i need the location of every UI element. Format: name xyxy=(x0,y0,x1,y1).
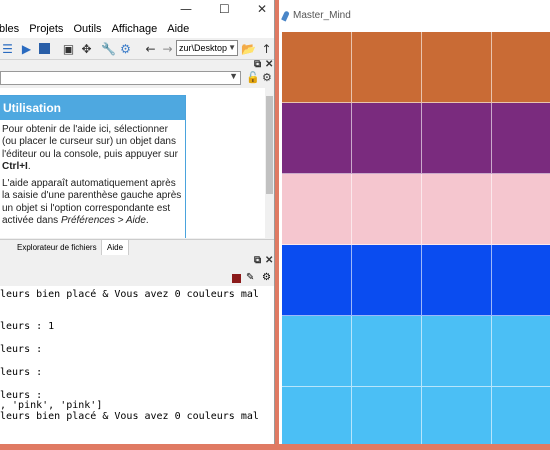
scrollbar-thumb[interactable] xyxy=(266,96,273,194)
mastermind-window: Master_Mind xyxy=(279,0,550,444)
grid-cell[interactable] xyxy=(352,174,422,245)
grid-cell[interactable] xyxy=(492,103,550,174)
grid-cell[interactable] xyxy=(352,103,422,174)
help-text-end: . xyxy=(145,215,149,227)
ide-titlebar: — ☐ ✕ xyxy=(0,0,274,20)
lock-icon[interactable]: 🔓 xyxy=(246,71,260,84)
parent-directory-icon[interactable]: ↑ xyxy=(259,41,274,56)
preferences-wrench-icon[interactable]: 🔧 xyxy=(101,41,116,56)
tab-help[interactable]: Aide xyxy=(101,240,130,255)
grid-cell[interactable] xyxy=(492,245,550,316)
menu-bar: bles Projets Outils Affichage Aide xyxy=(0,20,274,38)
close-button[interactable]: ✕ xyxy=(257,2,267,16)
run-selection-icon[interactable]: ▶ xyxy=(19,41,34,56)
help-paragraph-1: Pour obtenir de l'aide ici, sélectionner… xyxy=(2,124,183,173)
tk-feather-icon xyxy=(281,10,290,22)
chevron-down-icon: ▼ xyxy=(229,71,238,81)
grid-cell[interactable] xyxy=(422,245,492,316)
gear-icon[interactable]: ⚙ xyxy=(262,71,272,84)
preferences-reference: Préférences > Aide xyxy=(60,215,146,227)
mastermind-title: Master_Mind xyxy=(293,10,351,21)
ipython-console[interactable]: leurs bien placé & Vous avez 0 couleurs … xyxy=(0,286,274,444)
close-pane-icon[interactable]: ✕ xyxy=(265,255,273,266)
console-line: , 'pink', 'pink'] xyxy=(0,400,103,411)
grid-cell[interactable] xyxy=(422,387,492,444)
working-directory-select[interactable]: zur\Desktop ▼ xyxy=(176,40,238,56)
grid-cell[interactable] xyxy=(282,316,352,387)
gear-icon[interactable]: ⚙ xyxy=(262,272,271,283)
menu-aide[interactable]: Aide xyxy=(167,23,189,35)
help-object-combo[interactable]: ▼ xyxy=(0,71,241,85)
help-tabs: Explorateur de fichiers Aide xyxy=(0,239,274,255)
menu-affichage[interactable]: Affichage xyxy=(112,23,158,35)
minimize-button[interactable]: — xyxy=(180,2,192,16)
grid-cell[interactable] xyxy=(422,103,492,174)
browse-folder-icon[interactable]: 📂 xyxy=(241,41,256,56)
grid-cell[interactable] xyxy=(422,32,492,103)
grid-cell[interactable] xyxy=(282,245,352,316)
help-card-body: Pour obtenir de l'aide ici, sélectionner… xyxy=(0,120,185,227)
fullscreen-icon[interactable]: ✥ xyxy=(79,41,94,56)
toolbar: ☰ ▶ ▣ ✥ 🔧 ⚙ ← → zur\Desktop ▼ 📂 ↑ xyxy=(0,38,274,60)
grid-cell[interactable] xyxy=(352,387,422,444)
undock-icon[interactable]: ⧉ xyxy=(254,255,261,266)
console-line: leurs bien placé & Vous avez 0 couleurs … xyxy=(0,411,259,422)
tab-file-explorer[interactable]: Explorateur de fichiers xyxy=(12,240,103,255)
grid-cell[interactable] xyxy=(492,174,550,245)
console-line: leurs bien placé & Vous avez 0 couleurs … xyxy=(0,289,259,300)
forward-arrow-icon[interactable]: → xyxy=(160,41,175,56)
color-grid xyxy=(282,32,550,444)
grid-cell[interactable] xyxy=(352,32,422,103)
console-toolbar: ✎ ⚙ xyxy=(0,272,274,286)
chevron-down-icon: ▼ xyxy=(228,43,236,52)
grid-cell[interactable] xyxy=(352,245,422,316)
run-cell-icon[interactable]: ☰ xyxy=(0,41,15,56)
shortcut-key: Ctrl+I xyxy=(2,160,28,172)
console-line: leurs : xyxy=(0,344,43,355)
maximize-pane-icon[interactable]: ▣ xyxy=(61,41,76,56)
grid-cell[interactable] xyxy=(282,32,352,103)
menu-outils[interactable]: Outils xyxy=(73,23,101,35)
stop-icon[interactable] xyxy=(37,41,52,56)
grid-cell[interactable] xyxy=(282,103,352,174)
eraser-icon[interactable]: ✎ xyxy=(246,272,254,283)
back-arrow-icon[interactable]: ← xyxy=(143,41,158,56)
grid-cell[interactable] xyxy=(422,174,492,245)
help-text: Pour obtenir de l'aide ici, sélectionner… xyxy=(2,124,178,160)
working-directory-text: zur\Desktop xyxy=(179,43,228,53)
console-pane-header: ⧉ ✕ xyxy=(0,255,274,268)
grid-cell[interactable] xyxy=(492,32,550,103)
stop-kernel-icon[interactable] xyxy=(232,274,241,283)
help-paragraph-2: L'aide apparaît automatiquement après la… xyxy=(2,178,183,227)
help-card: Utilisation Pour obtenir de l'aide ici, … xyxy=(0,95,186,238)
help-scrollbar[interactable] xyxy=(265,88,274,238)
console-line: leurs : 1 xyxy=(0,321,55,332)
console-line: leurs : xyxy=(0,367,43,378)
menu-projets[interactable]: Projets xyxy=(29,23,63,35)
help-text-end: . xyxy=(27,160,31,172)
grid-cell[interactable] xyxy=(282,174,352,245)
grid-cell[interactable] xyxy=(492,316,550,387)
help-content-area: Utilisation Pour obtenir de l'aide ici, … xyxy=(0,88,265,238)
grid-cell[interactable] xyxy=(492,387,550,444)
grid-cell[interactable] xyxy=(352,316,422,387)
maximize-button[interactable]: ☐ xyxy=(219,2,230,16)
menu-variables[interactable]: bles xyxy=(0,23,19,35)
python-path-icon[interactable]: ⚙ xyxy=(118,41,133,56)
grid-cell[interactable] xyxy=(282,387,352,444)
help-source-row: ▼ 🔓 ⚙ xyxy=(0,69,274,87)
grid-cell[interactable] xyxy=(422,316,492,387)
mastermind-titlebar: Master_Mind xyxy=(279,0,550,32)
help-card-title: Utilisation xyxy=(0,96,185,120)
ide-window: — ☐ ✕ bles Projets Outils Affichage Aide… xyxy=(0,0,275,444)
